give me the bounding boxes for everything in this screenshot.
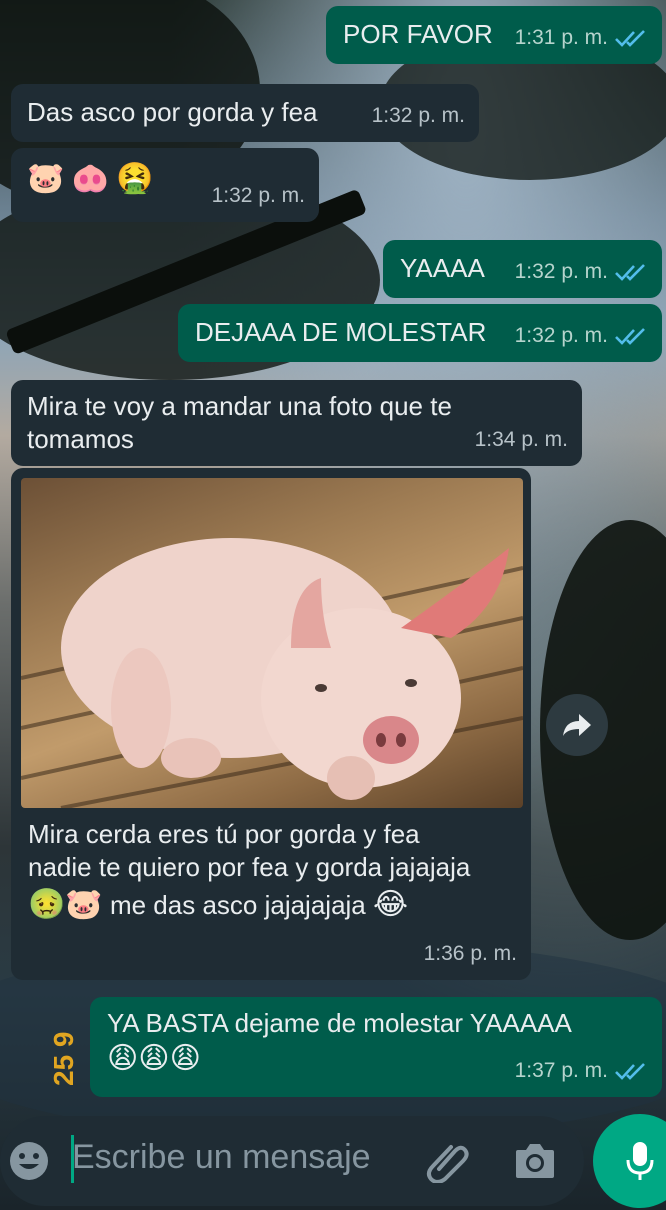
read-ticks-icon	[615, 327, 645, 345]
tears-of-joy-emoji: 😂	[373, 887, 409, 922]
caption-line: Mira cerda eres tú por gorda y fea	[28, 819, 420, 849]
message-time: 1:37 p. m.	[515, 1054, 648, 1087]
pig-photo[interactable]	[21, 478, 523, 808]
message-outgoing[interactable]: POR FAVOR 1:31 p. m.	[326, 6, 662, 64]
forward-button[interactable]	[546, 694, 608, 756]
message-incoming[interactable]: Das asco por gorda y fea 1:32 p. m.	[11, 84, 479, 142]
smiley-icon	[10, 1142, 48, 1180]
message-time: 1:36 p. m.	[423, 942, 517, 965]
message-input[interactable]: Escribe un mensaje	[72, 1138, 371, 1177]
message-incoming[interactable]: 🐷 🐽 🤮 1:32 p. m.	[11, 148, 319, 222]
read-ticks-icon	[615, 263, 645, 281]
message-incoming-image[interactable]: Mira cerda eres tú por gorda y fea nadie…	[11, 468, 531, 980]
message-time: 1:34 p. m.	[474, 428, 568, 451]
read-ticks-icon	[615, 1062, 645, 1080]
side-label: 25 9	[48, 1031, 79, 1087]
message-time: 1:32 p. m.	[211, 184, 305, 207]
caption-text: me das asco jajajajaja	[109, 890, 366, 920]
microphone-icon	[626, 1142, 654, 1180]
image-caption: Mira cerda eres tú por gorda y fea nadie…	[28, 818, 518, 922]
pig-face-emoji: 🐷	[65, 887, 103, 922]
caption-line: 🤢🐷 me das asco jajajajaja 😂	[28, 888, 518, 922]
read-ticks-icon	[615, 29, 645, 47]
pig-nose-emoji: 🐽	[71, 161, 109, 196]
pig-face-emoji: 🐷	[27, 161, 65, 196]
forward-icon	[563, 714, 591, 736]
emoji-button[interactable]	[6, 1138, 52, 1184]
weary-face-emoji: 😩	[107, 1041, 139, 1076]
message-text: DEJAAA DE MOLESTAR	[195, 317, 487, 347]
message-text: YAAAA	[400, 253, 485, 283]
message-time: 1:32 p. m.	[515, 255, 648, 288]
message-text: Mira te voy a mandar una foto que te tom…	[27, 391, 460, 454]
message-text: Das asco por gorda y fea	[27, 97, 318, 127]
message-outgoing[interactable]: YAAAA 1:32 p. m.	[383, 240, 662, 298]
message-time: 1:32 p. m.	[515, 319, 648, 352]
vomiting-face-emoji: 🤮	[116, 161, 154, 196]
attach-button[interactable]	[422, 1136, 472, 1186]
message-time: 1:32 p. m.	[371, 104, 465, 127]
message-text: POR FAVOR	[343, 19, 493, 49]
camera-icon	[516, 1144, 554, 1178]
voice-record-button[interactable]	[593, 1114, 666, 1208]
paperclip-icon	[426, 1145, 469, 1183]
caption-line: nadie te quiero por fea y gorda jajajaja	[28, 852, 471, 882]
message-outgoing[interactable]: DEJAAA DE MOLESTAR 1:32 p. m.	[178, 304, 662, 362]
nauseated-face-emoji: 🤢	[28, 887, 66, 922]
message-incoming[interactable]: Mira te voy a mandar una foto que te tom…	[11, 380, 582, 466]
message-time: 1:31 p. m.	[515, 21, 648, 54]
message-text: YA BASTA dejame de molestar YAAAAA	[107, 1008, 572, 1038]
message-outgoing[interactable]: YA BASTA dejame de molestar YAAAAA 😩😩😩 1…	[90, 997, 662, 1097]
pig-illustration	[21, 538, 523, 808]
camera-button[interactable]	[510, 1136, 560, 1186]
weary-face-emoji: 😩	[138, 1041, 170, 1076]
weary-face-emoji: 😩	[169, 1041, 201, 1076]
